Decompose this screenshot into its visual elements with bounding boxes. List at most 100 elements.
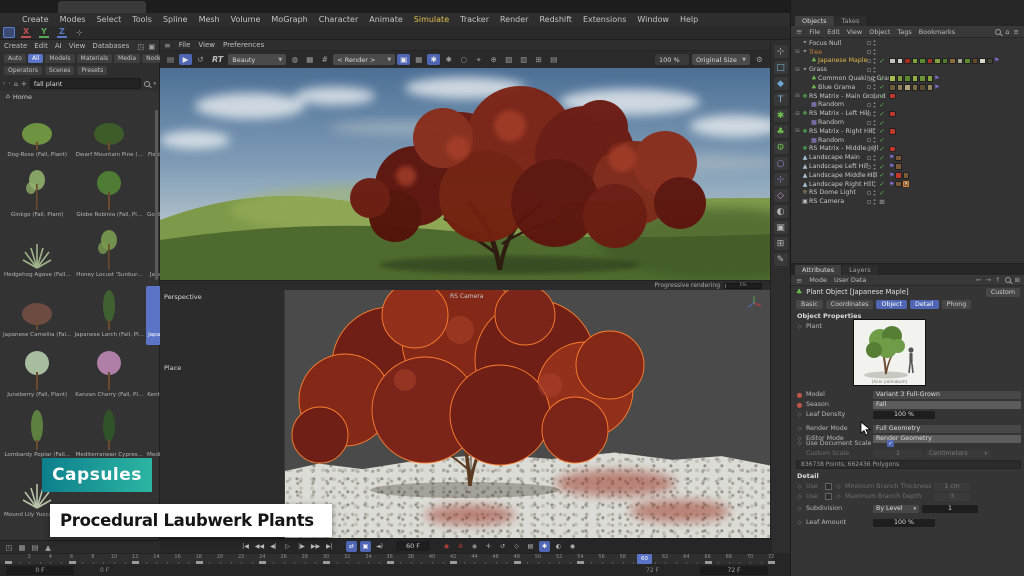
object-label[interactable]: Random	[818, 101, 844, 108]
plant-asset[interactable]: Ginkgo (Fall, Plant)	[2, 166, 72, 225]
om-menu-item[interactable]: Edit	[827, 28, 840, 36]
visibility-controls[interactable]: ✓	[867, 180, 886, 188]
axis-system-icon[interactable]: ⊹	[73, 27, 86, 38]
filter-icon[interactable]: ≡	[1014, 28, 1019, 36]
visibility-controls[interactable]: ✓	[867, 119, 886, 127]
object-tags[interactable]: ⚑	[889, 163, 902, 170]
visibility-controls[interactable]: ✓	[867, 92, 886, 100]
viewport-camera-label[interactable]: RS Camera	[450, 293, 483, 300]
asset-menu-item[interactable]: Databases	[92, 42, 129, 50]
layer-chip[interactable]	[867, 200, 871, 204]
section-tab[interactable]: Basic	[796, 300, 823, 309]
object-row[interactable]: ☼ RS Dome Light ✓	[791, 189, 1024, 198]
plant-asset[interactable]: Honey Locust 'Sunbur...	[73, 226, 145, 285]
plant-asset[interactable]: Mediterranean Cypres...	[73, 406, 145, 465]
panel-menu-icon[interactable]: ≡	[796, 27, 802, 36]
create-object-icon[interactable]: ⊹	[774, 45, 788, 58]
attr-tab[interactable]: Layers	[842, 265, 878, 275]
visibility-dots[interactable]	[873, 49, 876, 55]
visibility-controls[interactable]: ✓	[867, 110, 886, 118]
object-row[interactable]: ▲ Landscape Middle Hill ✓ ⚑	[791, 171, 1024, 180]
keyframe-button[interactable]: ◇	[511, 541, 522, 552]
object-row[interactable]: ⊟ ❖ RS Matrix - Right Hill ✓	[791, 127, 1024, 136]
menu-item[interactable]: MoGraph	[271, 15, 307, 24]
search-icon[interactable]	[995, 29, 1001, 35]
enable-check[interactable]: ✓	[878, 83, 886, 91]
expand-icon[interactable]: ⊟	[794, 111, 801, 117]
menu-item[interactable]: Animate	[369, 15, 403, 24]
enable-check[interactable]: ✓	[878, 127, 886, 135]
use-checkbox[interactable]	[825, 483, 832, 490]
asset-menu-item[interactable]: Create	[4, 42, 27, 50]
layer-chip[interactable]	[867, 68, 871, 72]
back-icon[interactable]: ‹	[3, 80, 5, 87]
layer-chip[interactable]	[867, 147, 871, 151]
om-menu-item[interactable]: Object	[869, 28, 890, 36]
visibility-controls[interactable]: ✓	[867, 154, 886, 162]
zoom-stepper[interactable]: 100 %	[655, 54, 689, 65]
param-dot[interactable]: ◇	[796, 484, 803, 490]
view-mode-icon[interactable]: ▤	[30, 542, 40, 553]
create-object-icon[interactable]: ◇	[774, 189, 788, 202]
menu-item[interactable]: Spline	[163, 15, 188, 24]
om-tab[interactable]: Objects	[795, 16, 834, 26]
enable-check[interactable]: ✓	[878, 101, 886, 109]
enable-check[interactable]: ✓	[878, 154, 886, 162]
filter-tab[interactable]: Media	[114, 54, 140, 63]
render-tool-icon[interactable]: ▥	[517, 54, 530, 65]
asset-menu-item[interactable]: Edit	[34, 42, 48, 50]
visibility-dots[interactable]	[873, 102, 876, 108]
menu-item[interactable]: Help	[680, 15, 698, 24]
visibility-dots[interactable]	[873, 155, 876, 161]
transport-button[interactable]: ▶|	[324, 541, 335, 552]
render-tool-icon[interactable]: ▶	[179, 54, 192, 65]
dropdown-icon[interactable]: ▾	[153, 81, 156, 87]
menu-item[interactable]: Tracker	[460, 15, 489, 24]
render-tool-icon[interactable]: ✱	[442, 54, 455, 65]
object-tags[interactable]: ⚑	[889, 154, 902, 161]
plant-asset[interactable]: Dwarf Mountain Pine (...	[73, 106, 145, 165]
render-tool-icon[interactable]: ⌖	[472, 54, 485, 65]
attr-menu-item[interactable]: Mode	[809, 276, 827, 284]
menu-item[interactable]: Character	[319, 15, 359, 24]
object-row[interactable]: ❖ RS Matrix - Middle Hill ✓	[791, 145, 1024, 154]
add-icon[interactable]: +	[21, 80, 27, 88]
custom-button[interactable]: Custom	[986, 288, 1020, 297]
enable-check[interactable]: ✓	[878, 145, 886, 153]
subtab[interactable]: Operators	[4, 66, 42, 75]
rt-mode-label[interactable]: RT	[212, 55, 223, 64]
visibility-dots[interactable]	[873, 190, 876, 196]
visibility-controls[interactable]: ✓	[867, 145, 886, 153]
enable-check[interactable]: ✓	[878, 171, 886, 179]
pass-dropdown[interactable]: Beauty▼	[228, 54, 286, 65]
view-mode-icon[interactable]: ▲	[43, 542, 53, 553]
keyframe-button[interactable]: ◉	[441, 541, 452, 552]
menu-item[interactable]: Render	[500, 15, 528, 24]
object-tags[interactable]: ⚑	[889, 75, 939, 82]
create-object-icon[interactable]: ▣	[774, 221, 788, 234]
object-row[interactable]: ▲ Landscape Left Hill ✓ ⚑	[791, 162, 1024, 171]
plant-asset[interactable]: Juneberry (Fall, Plant)	[2, 346, 72, 405]
object-row[interactable]: ▦ Random ✓	[791, 101, 1024, 110]
visibility-dots[interactable]	[873, 172, 876, 178]
render-menu-item[interactable]: Preferences	[223, 41, 264, 49]
layer-chip[interactable]	[867, 156, 871, 160]
render-menu-item[interactable]: File	[179, 41, 191, 49]
enable-check[interactable]: ✓	[878, 119, 886, 127]
section-tab[interactable]: Coordinates	[826, 300, 874, 309]
enable-check[interactable]: ✓	[878, 57, 886, 65]
plant-asset[interactable]: Hedgehog Agave (Fall...	[2, 226, 72, 285]
visibility-controls[interactable]	[867, 67, 886, 73]
transport-button[interactable]: |◀	[240, 541, 251, 552]
render-tool-icon[interactable]: ▤	[547, 54, 560, 65]
object-label[interactable]: Focus Null	[809, 40, 841, 47]
keyframe-button[interactable]: ◉	[567, 541, 578, 552]
visibility-controls[interactable]	[867, 40, 886, 46]
object-tags[interactable]	[889, 93, 896, 100]
section-tab[interactable]: Object	[876, 300, 907, 309]
menu-item[interactable]: Window	[637, 15, 669, 24]
create-object-icon[interactable]: ✱	[774, 109, 788, 122]
param-dot[interactable]: ◇	[796, 324, 803, 330]
visibility-dots[interactable]	[873, 76, 876, 82]
layer-chip[interactable]	[867, 182, 871, 186]
